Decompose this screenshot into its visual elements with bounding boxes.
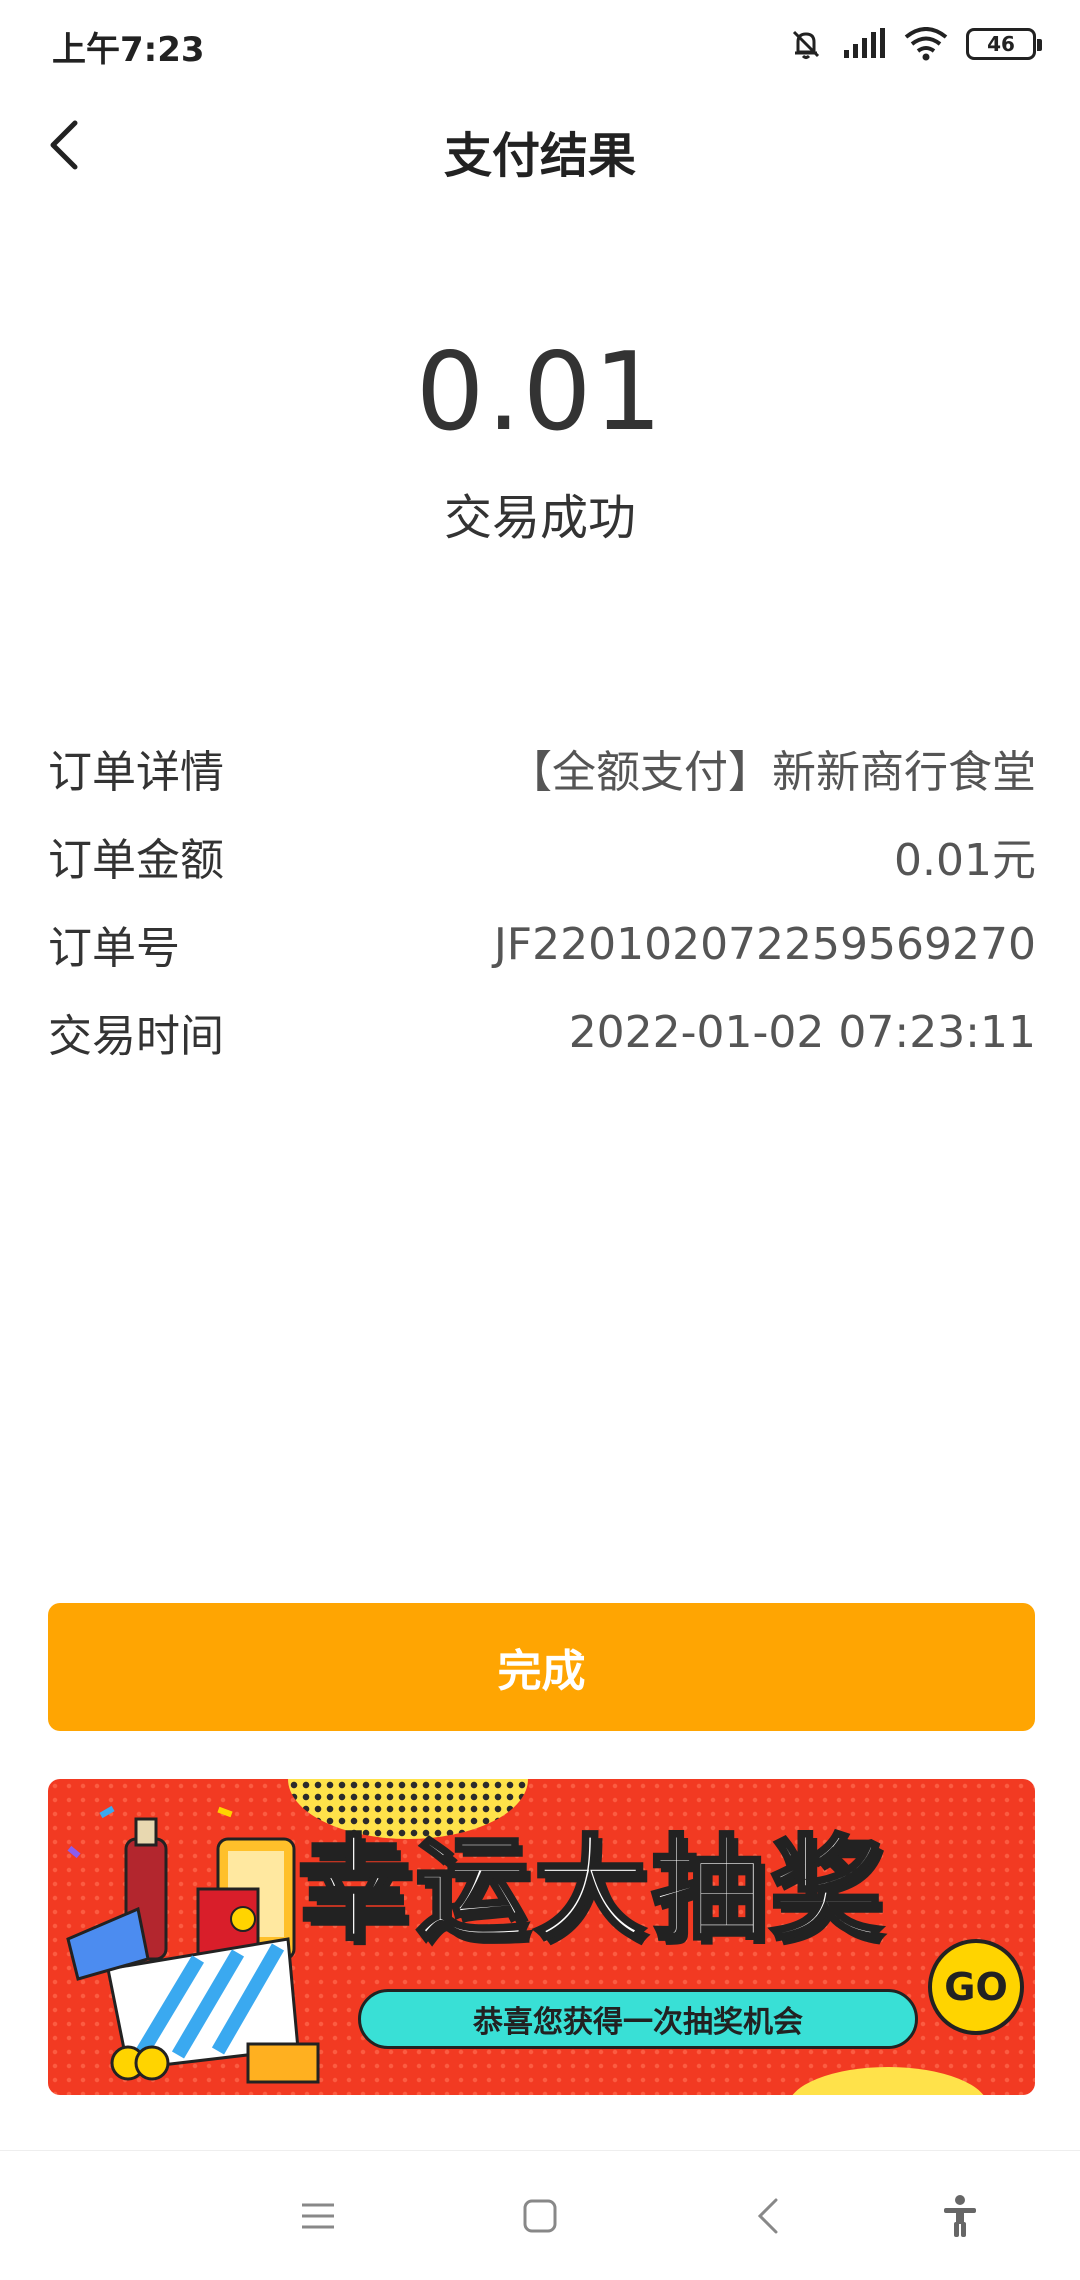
home-icon: [523, 2199, 557, 2233]
detail-label: 交易时间: [48, 1011, 224, 1062]
status-bar: 上午7:23 46: [0, 0, 1080, 88]
back-icon: [757, 2198, 778, 2234]
detail-value: 【全额支付】新新商行食堂: [508, 747, 1036, 798]
menu-button[interactable]: [288, 2186, 348, 2246]
menu-icon: [302, 2203, 334, 2229]
battery-level: 46: [987, 32, 1015, 56]
detail-value: JF220102072259569270: [493, 918, 1036, 970]
status-time: 上午7:23: [52, 30, 205, 70]
detail-label: 订单号: [48, 923, 180, 974]
go-button[interactable]: GO: [928, 1939, 1024, 2035]
transaction-status: 交易成功: [443, 490, 636, 546]
bell-off-icon: [788, 26, 824, 62]
accessibility-icon: [944, 2195, 976, 2237]
detail-value: 0.01元: [894, 835, 1036, 886]
detail-row-transaction-time: 交易时间 2022-01-02 07:23:11: [48, 988, 1036, 1076]
detail-label: 订单详情: [48, 747, 224, 798]
detail-row-order-number: 订单号 JF220102072259569270: [48, 900, 1036, 988]
home-button[interactable]: [510, 2186, 570, 2246]
accessibility-button[interactable]: [930, 2186, 990, 2246]
lottery-banner[interactable]: 幸运大抽奖 恭喜您获得一次抽奖机会 GO: [48, 1779, 1035, 2095]
status-icons: 46: [788, 24, 1042, 64]
battery-icon: 46: [966, 28, 1042, 60]
banner-title: 幸运大抽奖: [296, 1823, 888, 1957]
wifi-icon: [904, 27, 948, 61]
banner-subtitle: 恭喜您获得一次抽奖机会: [358, 1989, 918, 2049]
done-button[interactable]: 完成: [48, 1603, 1035, 1731]
order-details: 订单详情 【全额支付】新新商行食堂 订单金额 0.01元 订单号 JF22010…: [48, 724, 1036, 1076]
detail-label: 订单金额: [48, 835, 224, 886]
detail-row-order-info: 订单详情 【全额支付】新新商行食堂: [48, 724, 1036, 812]
signal-icon: [842, 28, 886, 60]
nav-back-button[interactable]: [738, 2186, 798, 2246]
payment-amount: 0.01: [415, 330, 665, 455]
header: 支付结果: [0, 88, 1080, 203]
detail-row-order-amount: 订单金额 0.01元: [48, 812, 1036, 900]
system-nav-bar: [0, 2150, 1080, 2280]
page-title: 支付结果: [443, 128, 636, 184]
detail-value: 2022-01-02 07:23:11: [568, 1006, 1036, 1058]
